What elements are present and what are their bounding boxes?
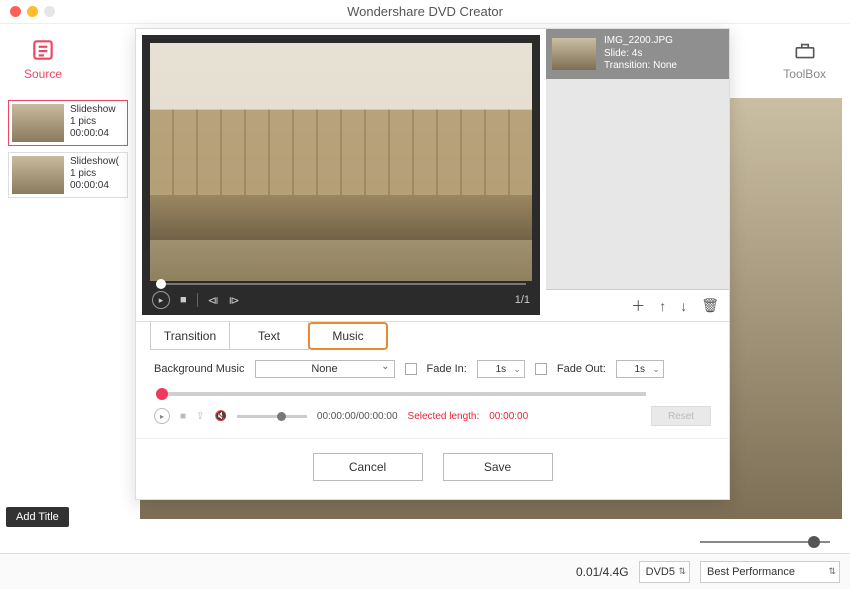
add-clip-icon[interactable]: ＋	[631, 296, 645, 316]
step-toolbox[interactable]: ToolBox	[783, 37, 826, 81]
editor-tabs: Transition Text Music	[136, 321, 729, 350]
bg-music-value: None	[311, 363, 337, 375]
fadeout-label: Fade Out:	[557, 363, 606, 375]
fadein-label: Fade In:	[427, 363, 467, 375]
fadeout-checkbox[interactable]	[535, 363, 547, 375]
fadeout-value: 1s	[635, 364, 646, 375]
main-preview-slider[interactable]	[700, 541, 830, 543]
bg-music-select[interactable]: None	[255, 360, 395, 378]
slide-editor-modal: ▸ ■ ⧏ ⧐ 1/1 IMG_2200.JPG Slide: 4s Trans…	[135, 28, 730, 500]
slideshow-item[interactable]: Slideshow( 1 pics 00:00:04	[8, 152, 128, 198]
prev-slide-icon[interactable]: ⧏	[208, 294, 219, 307]
slideshow-list: Slideshow 1 pics 00:00:04 Slideshow( 1 p…	[8, 100, 128, 204]
music-time: 00:00:00/00:00:00	[317, 411, 398, 422]
tab-text[interactable]: Text	[229, 322, 309, 350]
add-title-button[interactable]: Add Title	[6, 507, 69, 527]
thumbnail-meta: Slideshow 1 pics 00:00:04	[70, 104, 116, 142]
disc-size-label: 0.01/4.4G	[576, 565, 629, 579]
fadeout-select[interactable]: 1s	[616, 360, 664, 378]
editor-footer: Cancel Save	[136, 438, 729, 499]
disc-type-value: DVD5	[646, 566, 675, 578]
music-play-icon[interactable]: ▸	[154, 408, 170, 424]
thumbnail-image	[12, 156, 64, 194]
music-panel: Background Music None Fade In: 1s Fade O…	[136, 350, 729, 432]
thumbnail-title: Slideshow	[70, 104, 116, 116]
thumbnail-duration: 00:00:04	[70, 128, 116, 140]
music-timeline[interactable]	[156, 392, 646, 396]
app-title: Wondershare DVD Creator	[0, 4, 850, 19]
clip-transition: Transition: None	[604, 60, 677, 73]
source-icon	[30, 37, 56, 63]
music-export-icon[interactable]: ⇪	[196, 411, 204, 422]
separator	[197, 293, 198, 307]
fadein-checkbox[interactable]	[405, 363, 417, 375]
play-icon[interactable]: ▸	[152, 291, 170, 309]
move-up-icon[interactable]: ↑	[659, 298, 666, 314]
disc-type-select[interactable]: DVD5	[639, 561, 690, 583]
bg-music-label: Background Music	[154, 363, 245, 375]
volume-slider[interactable]	[237, 415, 307, 418]
thumbnail-image	[12, 104, 64, 142]
maximize-icon[interactable]	[44, 6, 55, 17]
clip-item[interactable]: IMG_2200.JPG Slide: 4s Transition: None	[546, 29, 729, 79]
toolbox-icon	[792, 37, 818, 63]
delete-clip-icon[interactable]: 🗑	[701, 297, 719, 314]
selected-length-value: 00:00:00	[489, 411, 528, 422]
thumbnail-pics: 1 pics	[70, 168, 119, 180]
footer-bar: 0.01/4.4G DVD5 Best Performance	[0, 553, 850, 589]
reset-button[interactable]: Reset	[651, 406, 711, 426]
close-icon[interactable]	[10, 6, 21, 17]
cancel-button[interactable]: Cancel	[313, 453, 423, 481]
tab-transition[interactable]: Transition	[150, 322, 230, 350]
window-traffic-lights	[10, 6, 55, 17]
thumbnail-pics: 1 pics	[70, 116, 116, 128]
preview-counter: 1/1	[515, 294, 530, 306]
clip-slide-duration: Slide: 4s	[604, 48, 677, 61]
next-slide-icon[interactable]: ⧐	[229, 294, 240, 307]
thumbnail-title: Slideshow(	[70, 156, 119, 168]
clip-thumbnail	[552, 38, 596, 70]
selected-length-label: Selected length:	[408, 411, 480, 422]
clip-filename: IMG_2200.JPG	[604, 35, 677, 48]
quality-value: Best Performance	[707, 566, 795, 578]
quality-select[interactable]: Best Performance	[700, 561, 840, 583]
clips-empty-area	[546, 79, 729, 290]
step-source-label: Source	[24, 67, 62, 81]
clips-toolbar: ＋ ↑ ↓ 🗑	[546, 289, 729, 321]
preview-image-overlay	[150, 43, 532, 281]
clips-panel: IMG_2200.JPG Slide: 4s Transition: None …	[546, 29, 729, 321]
mute-icon[interactable]: 🔇	[214, 411, 226, 422]
fadein-select[interactable]: 1s	[477, 360, 525, 378]
preview-seekbar[interactable]	[156, 283, 526, 285]
clip-meta: IMG_2200.JPG Slide: 4s Transition: None	[604, 35, 677, 73]
music-stop-icon[interactable]: ■	[180, 411, 186, 422]
preview-player: ▸ ■ ⧏ ⧐ 1/1	[142, 35, 540, 315]
save-button[interactable]: Save	[443, 453, 553, 481]
move-down-icon[interactable]: ↓	[680, 298, 687, 314]
slideshow-item[interactable]: Slideshow 1 pics 00:00:04	[8, 100, 128, 146]
titlebar: Wondershare DVD Creator	[0, 0, 850, 24]
tab-music[interactable]: Music	[308, 322, 388, 350]
fadein-value: 1s	[496, 364, 507, 375]
thumbnail-meta: Slideshow( 1 pics 00:00:04	[70, 156, 119, 194]
thumbnail-duration: 00:00:04	[70, 180, 119, 192]
minimize-icon[interactable]	[27, 6, 38, 17]
stop-icon[interactable]: ■	[180, 294, 187, 306]
step-source[interactable]: Source	[24, 37, 62, 81]
step-toolbox-label: ToolBox	[783, 67, 826, 81]
